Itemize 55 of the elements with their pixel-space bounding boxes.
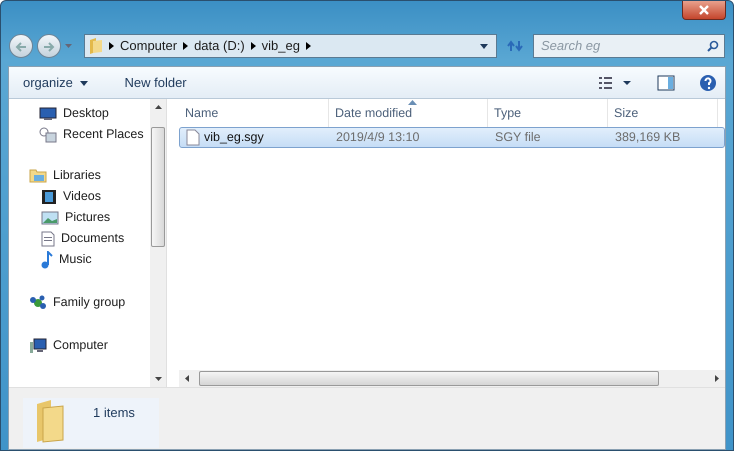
- scroll-down-icon[interactable]: [154, 377, 162, 381]
- breadcrumb-link[interactable]: data (D:): [194, 36, 245, 56]
- folder-icon: [89, 38, 103, 54]
- document-icon: [41, 230, 55, 246]
- preview-pane-icon[interactable]: [657, 74, 675, 90]
- film-icon: [41, 188, 57, 204]
- breadcrumb-link[interactable]: Computer: [120, 36, 178, 56]
- file-type: SGY file: [494, 129, 542, 146]
- view-options-icon[interactable]: [599, 76, 633, 90]
- nav-item[interactable]: Computer: [9, 335, 108, 356]
- forward-button[interactable]: [37, 34, 61, 58]
- back-button[interactable]: [9, 34, 33, 58]
- monitor-icon: [39, 106, 57, 120]
- search-icon[interactable]: [707, 40, 719, 52]
- network-icon: [29, 294, 47, 310]
- scroll-right-icon[interactable]: [715, 375, 719, 382]
- file-icon: [186, 129, 200, 146]
- horizontal-scrollbar[interactable]: [179, 370, 725, 387]
- organize-menu[interactable]: organize: [17, 70, 94, 94]
- close-icon: [698, 5, 710, 15]
- nav-item[interactable]: Family group: [9, 292, 126, 313]
- nav-item[interactable]: Pictures: [9, 207, 110, 228]
- chevron-icon[interactable]: [183, 42, 188, 50]
- chevron-icon[interactable]: [109, 42, 114, 50]
- file-row[interactable]: vib_eg.sgy 2019/4/9 13:10 SGY file 389,169 KB: [179, 127, 725, 148]
- caret-icon[interactable]: [80, 80, 88, 86]
- file-size: 389,169 KB: [614, 129, 682, 146]
- computer-icon: [29, 338, 47, 354]
- help-icon[interactable]: [699, 74, 717, 92]
- search-field[interactable]: Search eg: [533, 34, 725, 58]
- close-button[interactable]: [682, 1, 726, 20]
- music-note-icon: [41, 250, 53, 268]
- nav-item[interactable]: Documents: [9, 228, 124, 249]
- nav-item[interactable]: Music: [9, 249, 92, 270]
- forward-arrow-icon: [42, 40, 56, 53]
- nav-item[interactable]: Libraries: [9, 165, 101, 186]
- vertical-scrollbar[interactable]: [150, 99, 166, 387]
- dropdown-icon[interactable]: [480, 44, 488, 48]
- address-bar[interactable]: Computer data (D:) vib_eg: [84, 34, 497, 58]
- chevron-icon[interactable]: [306, 42, 311, 50]
- scroll-up-icon[interactable]: [154, 105, 162, 109]
- scroll-left-icon[interactable]: [185, 375, 189, 382]
- chevron-icon[interactable]: [250, 42, 256, 50]
- new-folder-button[interactable]: New folder: [118, 70, 193, 94]
- file-date: 2019/4/9 13:10: [335, 129, 420, 146]
- nav-item[interactable]: Videos: [9, 186, 101, 207]
- nav-item[interactable]: Recent Places: [9, 124, 144, 145]
- item-count: 1 items: [93, 404, 135, 422]
- picture-icon: [41, 210, 59, 224]
- breadcrumb-link[interactable]: vib_eg: [262, 36, 300, 56]
- file-name: vib_eg.sgy: [180, 128, 330, 147]
- nav-item[interactable]: Desktop: [9, 103, 109, 124]
- libraries-icon: [29, 168, 47, 183]
- search-input[interactable]: Search eg: [539, 35, 707, 57]
- back-arrow-icon: [14, 40, 28, 53]
